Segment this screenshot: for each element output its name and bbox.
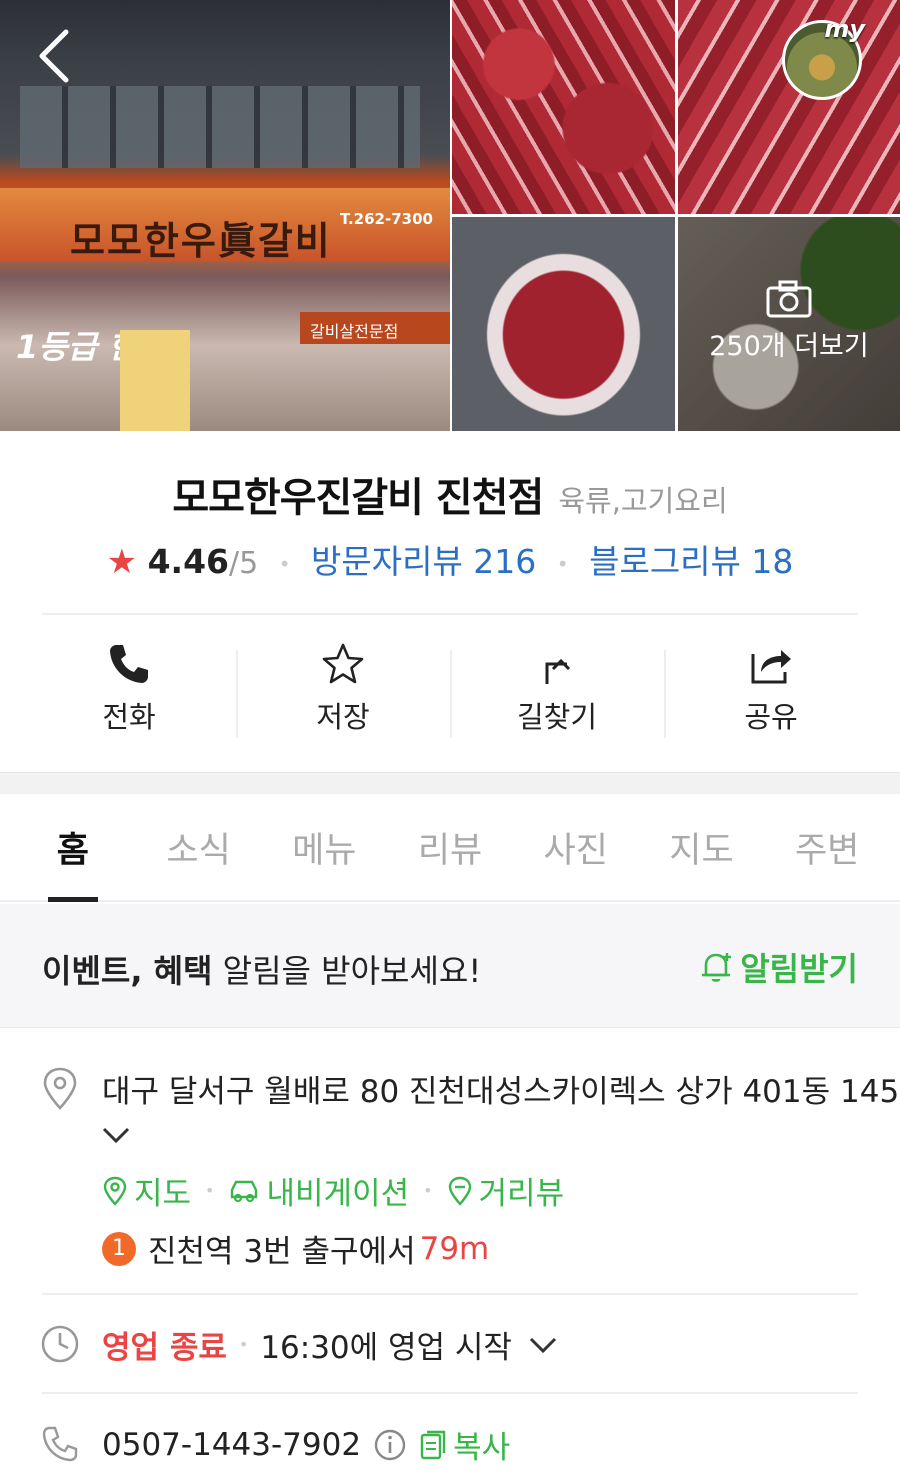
tab-home[interactable]: 홈 bbox=[10, 794, 136, 902]
more-photos-button[interactable]: 250개 더보기 bbox=[678, 280, 900, 363]
subway-info: 1 진천역 3번 출구에서 79m bbox=[102, 1226, 489, 1271]
map-link[interactable]: 지도 bbox=[102, 1168, 191, 1213]
share-button[interactable]: 공유 bbox=[664, 632, 878, 752]
address-links: 지도 • 내비게이션 • 거리뷰 bbox=[102, 1168, 564, 1213]
copy-label: 복사 bbox=[453, 1430, 511, 1466]
separator-dot: • bbox=[556, 551, 569, 576]
meat-photo-3[interactable] bbox=[452, 217, 675, 431]
divider bbox=[42, 613, 858, 615]
business-hours[interactable]: 영업 종료 • 16:30에 영업 시작 bbox=[102, 1322, 558, 1367]
info-icon[interactable] bbox=[373, 1428, 407, 1462]
call-button[interactable]: 전화 bbox=[22, 632, 236, 752]
meat-photo-1[interactable] bbox=[452, 0, 675, 214]
action-bar: 전화 저장 길찾기 공유 bbox=[22, 632, 878, 752]
business-status: 영업 종료 bbox=[102, 1330, 227, 1366]
street-view-pin-icon bbox=[448, 1176, 471, 1206]
visitor-review-link[interactable]: 방문자리뷰 216 bbox=[311, 542, 536, 581]
event-text: 이벤트, 혜택 알림을 받아보세요! bbox=[42, 946, 481, 992]
address-text[interactable]: 대구 달서구 월배로 80 진천대성스카이렉스 상가 401동 145호 bbox=[102, 1066, 900, 1111]
street-view-link-label: 거리뷰 bbox=[478, 1176, 565, 1212]
street-view-link[interactable]: 거리뷰 bbox=[447, 1168, 565, 1213]
tab-menu[interactable]: 메뉴 bbox=[261, 794, 387, 900]
save-button[interactable]: 저장 bbox=[236, 632, 450, 752]
directions-label: 길찾기 bbox=[516, 700, 598, 734]
separator-dot: • bbox=[205, 1181, 215, 1200]
camera-icon bbox=[766, 280, 812, 318]
navigation-link-label: 내비게이션 bbox=[266, 1176, 410, 1212]
place-category: 육류,고기요리 bbox=[558, 484, 728, 518]
navigation-link[interactable]: 내비게이션 bbox=[228, 1168, 409, 1213]
tab-review[interactable]: 리뷰 bbox=[387, 794, 513, 900]
subway-line-badge: 1 bbox=[102, 1231, 136, 1266]
directions-icon bbox=[545, 658, 571, 684]
tab-bar: 홈 소식 메뉴 리뷰 사진 지도 주변 bbox=[0, 794, 900, 902]
separator-dot: • bbox=[238, 1335, 249, 1354]
entrance-door bbox=[120, 330, 190, 431]
call-label: 전화 bbox=[102, 700, 156, 734]
my-label: my bbox=[824, 15, 865, 43]
bell-plus-icon bbox=[702, 953, 732, 982]
share-label: 공유 bbox=[744, 700, 798, 734]
star-outline-icon bbox=[322, 643, 364, 684]
separator-dot: • bbox=[423, 1181, 433, 1200]
chevron-down-icon bbox=[529, 1337, 557, 1353]
subway-distance: 79m bbox=[419, 1230, 490, 1267]
rating-max: /5 bbox=[229, 546, 259, 581]
back-button[interactable] bbox=[34, 28, 84, 88]
car-icon bbox=[231, 1180, 258, 1202]
share-icon bbox=[751, 650, 791, 684]
section-gap bbox=[0, 772, 900, 794]
subway-text: 진천역 3번 출구에서 bbox=[148, 1234, 416, 1270]
building-windows bbox=[20, 86, 420, 168]
map-link-label: 지도 bbox=[134, 1176, 192, 1212]
save-label: 저장 bbox=[316, 700, 370, 734]
my-profile-avatar[interactable]: my bbox=[782, 15, 865, 100]
divider bbox=[42, 1392, 858, 1394]
star-icon: ★ bbox=[106, 542, 138, 582]
place-title: 모모한우진갈비 진천점 육류,고기요리 bbox=[0, 465, 900, 523]
store-sign-phone: T.262-7300 bbox=[340, 210, 433, 228]
separator-dot: • bbox=[278, 551, 291, 576]
chevron-down-icon[interactable] bbox=[100, 1124, 132, 1146]
rating-row: ★ 4.46/5 • 방문자리뷰 216 • 블로그리뷰 18 bbox=[0, 535, 900, 583]
open-time: 16:30에 영업 시작 bbox=[260, 1330, 512, 1366]
event-banner: 이벤트, 혜택 알림을 받아보세요! 알림받기 bbox=[0, 904, 900, 1028]
photo-gallery: 모모한우眞갈비 T.262-7300 1등급 한우 갈비살전문점 250개 더보… bbox=[0, 0, 900, 431]
tab-news[interactable]: 소식 bbox=[136, 794, 262, 900]
phone-row: 0507-1443-7902 복사 bbox=[102, 1422, 510, 1467]
divider bbox=[42, 1293, 858, 1295]
map-pin-icon bbox=[103, 1176, 127, 1206]
chevron-left-icon bbox=[39, 29, 69, 83]
more-photos-label: 250개 더보기 bbox=[709, 331, 869, 362]
phone-outline-icon bbox=[42, 1426, 78, 1462]
tab-photo[interactable]: 사진 bbox=[513, 794, 639, 900]
rating-score: 4.46 bbox=[147, 542, 230, 581]
place-name: 모모한우진갈비 진천점 bbox=[172, 475, 544, 521]
store-sign-text: 모모한우眞갈비 bbox=[70, 219, 332, 263]
meat-photo-2[interactable] bbox=[678, 0, 900, 214]
phone-icon bbox=[110, 645, 148, 683]
phone-number[interactable]: 0507-1443-7902 bbox=[102, 1427, 361, 1463]
copy-button[interactable]: 복사 bbox=[419, 1422, 510, 1467]
tab-nearby[interactable]: 주변 bbox=[764, 794, 890, 900]
directions-button[interactable]: 길찾기 bbox=[450, 632, 664, 752]
notify-button[interactable]: 알림받기 bbox=[698, 944, 858, 990]
blog-review-link[interactable]: 블로그리뷰 18 bbox=[589, 542, 793, 581]
event-bold-text: 이벤트, 혜택 bbox=[42, 952, 213, 990]
location-pin-icon bbox=[43, 1067, 77, 1110]
copy-icon bbox=[420, 1430, 446, 1459]
tab-map[interactable]: 지도 bbox=[639, 794, 765, 900]
event-rest-text: 알림을 받아보세요! bbox=[212, 952, 482, 990]
second-sign-text: 갈비살전문점 bbox=[300, 312, 450, 344]
notify-label: 알림받기 bbox=[740, 950, 858, 988]
clock-icon bbox=[41, 1325, 79, 1363]
